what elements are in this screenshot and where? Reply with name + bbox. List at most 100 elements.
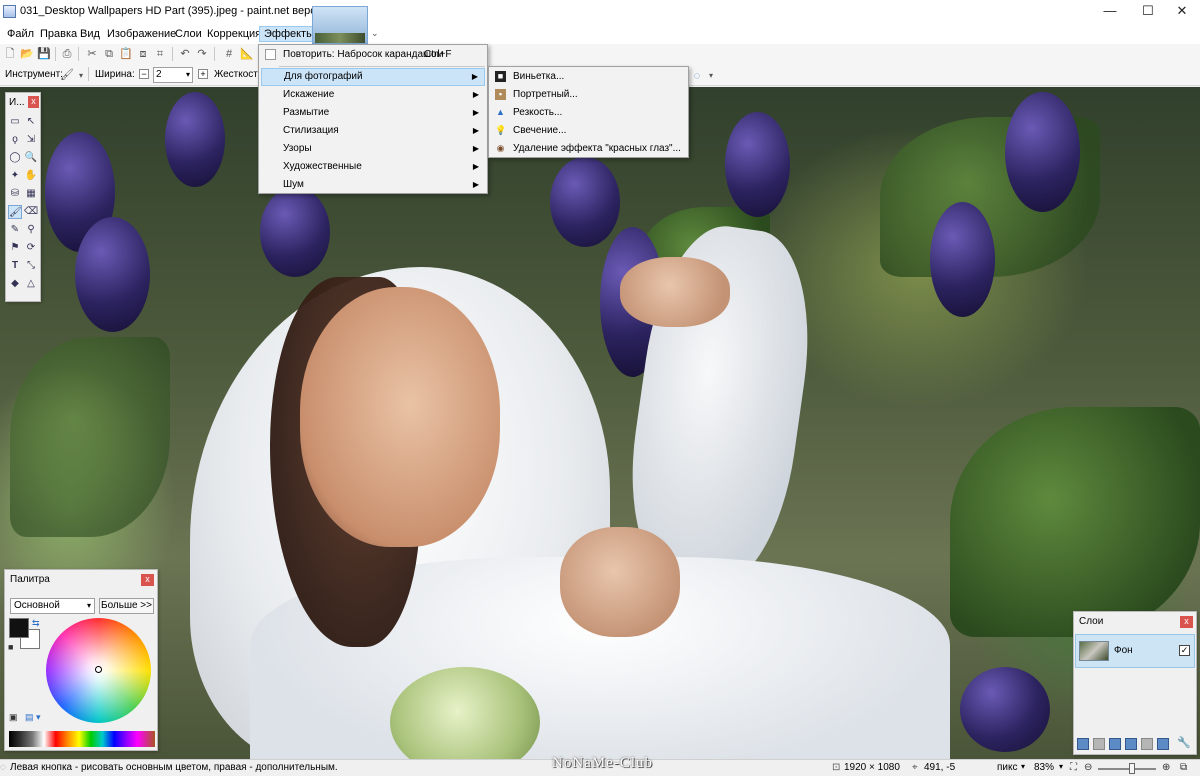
brush-width-input[interactable]: 2 ▾ xyxy=(153,67,193,83)
effects-render-item[interactable]: Узоры ▶ xyxy=(261,140,485,158)
redo-icon[interactable]: ↷ xyxy=(195,47,209,61)
zoom-in-icon[interactable]: ⊕ xyxy=(1162,762,1170,773)
line-curve-icon[interactable]: ⤡ xyxy=(24,259,38,273)
palette-swatches[interactable] xyxy=(9,731,155,747)
zoom-out-icon[interactable]: ⊖ xyxy=(1084,762,1092,773)
image-tab-thumbnail[interactable] xyxy=(312,6,368,44)
paintbrush-tool-icon[interactable]: 🖌 xyxy=(8,205,22,219)
gradient-icon[interactable]: ▦ xyxy=(24,187,38,201)
image-canvas[interactable] xyxy=(0,87,1200,759)
tab-list-chevron-icon[interactable]: ⌄ xyxy=(371,28,379,39)
clone-stamp-icon[interactable]: ⚑ xyxy=(8,241,22,255)
vignette-item[interactable]: ■ Виньетка... xyxy=(491,68,686,86)
text-tool-icon[interactable]: T xyxy=(8,259,22,273)
zoom-fit-icon[interactable]: ⛶ xyxy=(1070,762,1077,773)
menu-layers[interactable]: Слои xyxy=(171,26,206,42)
paintbrush-icon[interactable]: 🖌 xyxy=(60,68,74,82)
effects-distort-item[interactable]: Искажение ▶ xyxy=(261,86,485,104)
rect-select-icon[interactable]: ▭ xyxy=(8,115,22,129)
tools-close-icon[interactable]: x xyxy=(28,96,39,108)
pencil-icon[interactable]: ✎ xyxy=(8,223,22,237)
duplicate-layer-icon[interactable] xyxy=(1109,738,1121,750)
primary-color-swatch[interactable] xyxy=(9,618,29,638)
palette-add-icon[interactable]: ▣ xyxy=(9,712,18,723)
zoom-chevron-icon[interactable]: ▾ xyxy=(1059,762,1063,771)
width-decrease-button[interactable]: − xyxy=(139,69,149,79)
paste-icon[interactable]: 📋 xyxy=(119,47,133,61)
merge-layer-icon[interactable] xyxy=(1125,738,1137,750)
image-size: 1920 × 1080 xyxy=(844,762,900,773)
red-eye-removal-item[interactable]: ◉ Удаление эффекта "красных глаз"... xyxy=(491,140,686,158)
layers-close-icon[interactable]: x xyxy=(1180,616,1193,628)
move-layer-down-icon[interactable] xyxy=(1157,738,1169,750)
antialias-chevron-icon[interactable]: ▾ xyxy=(704,69,718,83)
effects-stylize-item[interactable]: Стилизация ▶ xyxy=(261,122,485,140)
shapes-icon[interactable]: ◆ xyxy=(8,277,22,291)
menu-adjustments[interactable]: Коррекция xyxy=(203,26,265,42)
zoom-level[interactable]: 83% xyxy=(1034,762,1054,773)
menu-edit[interactable]: Правка xyxy=(36,26,81,42)
ellipse-select-icon[interactable]: ◯ xyxy=(8,151,22,165)
portrait-item[interactable]: ▪ Портретный... xyxy=(491,86,686,104)
sharpen-item[interactable]: ▲ Резкость... xyxy=(491,104,686,122)
tool-dropdown-chevron-icon[interactable]: ▾ xyxy=(74,69,88,83)
units-chevron-icon[interactable]: ▾ xyxy=(1021,762,1025,771)
reset-colors-icon[interactable]: ■ xyxy=(8,642,13,652)
zoom-slider-thumb[interactable] xyxy=(1129,763,1135,774)
grid-icon[interactable]: # xyxy=(222,47,236,61)
submenu-arrow-icon: ▶ xyxy=(472,144,479,153)
undo-icon[interactable]: ↶ xyxy=(178,47,192,61)
color-wheel-cursor[interactable] xyxy=(95,666,102,673)
effects-artistic-item[interactable]: Художественные ▶ xyxy=(261,158,485,176)
delete-layer-icon[interactable] xyxy=(1093,738,1105,750)
units-select[interactable]: пикс xyxy=(997,762,1018,773)
move-selected-icon[interactable]: ⇲ xyxy=(24,133,38,147)
open-folder-icon[interactable]: 📂 xyxy=(20,47,34,61)
lasso-icon[interactable]: ϙ xyxy=(8,133,22,147)
menu-effects[interactable]: Эффекты xyxy=(259,26,320,42)
magic-wand-icon[interactable]: ✦ xyxy=(8,169,22,183)
effects-noise-item[interactable]: Шум ▶ xyxy=(261,176,485,194)
swap-colors-icon[interactable]: ⇆ xyxy=(32,618,40,629)
menu-file[interactable]: Файл xyxy=(3,26,38,42)
palette-close-icon[interactable]: x xyxy=(141,574,154,586)
print-icon[interactable]: ⎙ xyxy=(60,47,74,61)
effects-blur-item[interactable]: Размытие ▶ xyxy=(261,104,485,122)
shape-type-icon[interactable]: △ xyxy=(24,277,38,291)
palette-mode-select[interactable]: Основной ▾ xyxy=(10,598,95,614)
crop-icon[interactable]: ⌗ xyxy=(153,47,167,61)
layer-item[interactable]: Фон ✓ xyxy=(1075,634,1195,668)
menu-image[interactable]: Изображение xyxy=(103,26,180,42)
paint-bucket-icon[interactable]: ⛁ xyxy=(8,187,22,201)
maximize-button[interactable]: ☐ xyxy=(1130,0,1166,24)
cut-icon[interactable]: ✂ xyxy=(85,47,99,61)
pan-hand-icon[interactable]: ✋ xyxy=(24,169,38,183)
layer-visibility-checkbox[interactable]: ✓ xyxy=(1179,645,1190,656)
actual-size-icon[interactable]: ⧉ xyxy=(1180,762,1187,773)
repeat-effect-item[interactable]: Повторить: Набросок карандашом Ctrl+F xyxy=(261,46,485,64)
add-layer-icon[interactable] xyxy=(1077,738,1089,750)
move-selection-icon[interactable]: ↖ xyxy=(24,115,38,129)
recolor-icon[interactable]: ⟳ xyxy=(24,241,38,255)
effects-photo-item[interactable]: Для фотографий ▶ xyxy=(261,68,485,86)
close-button[interactable]: ✕ xyxy=(1164,0,1200,24)
save-icon[interactable]: 💾 xyxy=(37,47,51,61)
layer-properties-wrench-icon[interactable]: 🔧 xyxy=(1177,738,1191,750)
new-file-icon[interactable]: 🗋 xyxy=(3,47,17,61)
ruler-icon[interactable]: 📐 xyxy=(240,47,254,61)
paste-new-icon[interactable]: ⧈ xyxy=(136,47,150,61)
eraser-icon[interactable]: ⌫ xyxy=(24,205,38,219)
grape-cluster xyxy=(1005,92,1080,212)
glow-item[interactable]: 💡 Свечение... xyxy=(491,122,686,140)
menu-view[interactable]: Вид xyxy=(76,26,104,42)
palette-more-button[interactable]: Больше >> xyxy=(99,598,154,614)
copy-icon[interactable]: ⧉ xyxy=(102,47,116,61)
move-layer-up-icon[interactable] xyxy=(1141,738,1153,750)
antialias-icon[interactable]: ◌ xyxy=(690,69,704,83)
palette-menu-icon[interactable]: ▤ ▾ xyxy=(25,712,41,723)
zoom-slider-track[interactable] xyxy=(1098,768,1156,770)
zoom-icon[interactable]: 🔍 xyxy=(24,151,38,165)
width-increase-button[interactable]: + xyxy=(198,69,208,79)
minimize-button[interactable]: — xyxy=(1092,0,1128,24)
color-picker-icon[interactable]: ⚲ xyxy=(24,223,38,237)
